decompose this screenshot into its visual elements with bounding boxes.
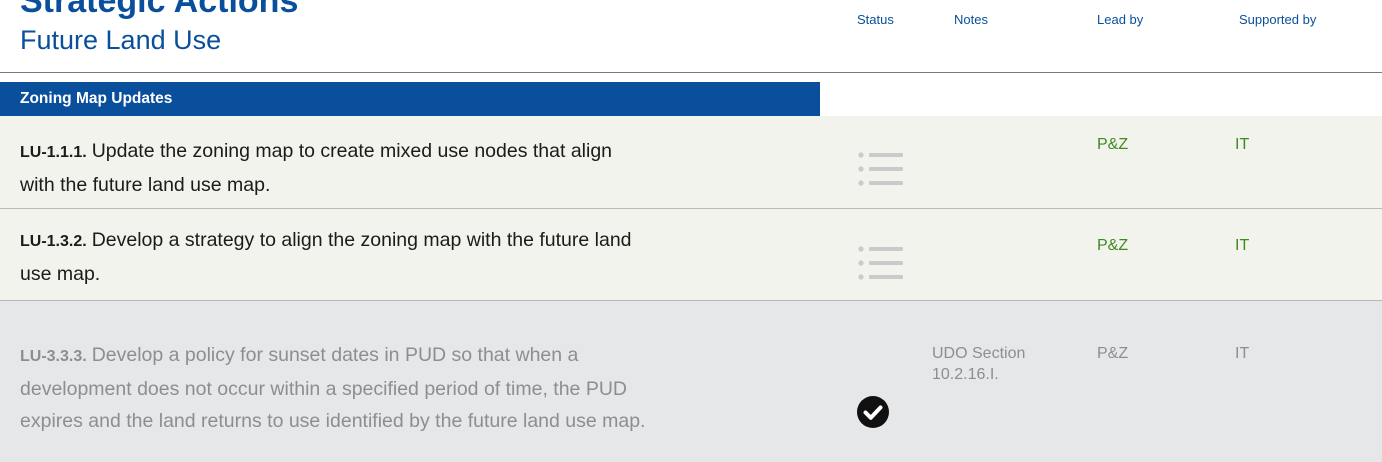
- action-row: LU-3.3.3. Develop a policy for sunset dat…: [0, 301, 1382, 462]
- section-header-bar: Zoning Map Updates: [0, 82, 820, 116]
- action-text-line: expires and the land returns to use iden…: [20, 410, 646, 432]
- action-text-line: use map.: [20, 263, 101, 285]
- page-title: Strategic Actions: [20, 0, 299, 20]
- column-header-notes: Notes: [954, 12, 988, 27]
- action-text-line: Develop a policy for sunset dates in PUD…: [91, 344, 579, 366]
- action-code: LU-1.3.2.: [20, 233, 87, 250]
- supported-by-value: IT: [1235, 136, 1250, 153]
- action-code: LU-3.3.3.: [20, 348, 87, 365]
- notes-line: 10.2.16.I.: [932, 366, 999, 383]
- action-text: LU-3.3.3. Develop a policy for sunset dat…: [20, 339, 850, 437]
- action-row: LU-1.1.1. Update the zoning map to create…: [0, 116, 1382, 208]
- action-row: LU-1.3.2. Develop a strategy to align the…: [0, 209, 1382, 300]
- header-divider: [0, 72, 1382, 73]
- lead-by-value: P&Z: [1097, 345, 1129, 362]
- in-progress-list-icon: [858, 152, 903, 186]
- action-text-line: Develop a strategy to align the zoning m…: [91, 229, 632, 251]
- action-code: LU-1.1.1.: [20, 144, 87, 161]
- action-text-line: Update the zoning map to create mixed us…: [91, 140, 613, 162]
- strategic-actions-page: Strategic Actions Future Land Use Status…: [0, 0, 1382, 462]
- notes-value: UDO Section 10.2.16.I.: [932, 343, 1025, 385]
- page-subtitle: Future Land Use: [20, 25, 222, 55]
- section-header-spacer: [820, 82, 1382, 116]
- completed-check-icon: [857, 396, 889, 428]
- supported-by-value: IT: [1235, 345, 1250, 362]
- column-header-status: Status: [857, 12, 894, 27]
- column-header-supported: Supported by: [1239, 12, 1317, 27]
- action-text-line: development does not occur within a spec…: [20, 378, 627, 400]
- lead-by-value: P&Z: [1097, 136, 1129, 153]
- action-text: LU-1.3.2. Develop a strategy to align the…: [20, 224, 850, 290]
- notes-line: UDO Section: [932, 345, 1026, 362]
- action-text: LU-1.1.1. Update the zoning map to create…: [20, 135, 850, 201]
- in-progress-list-icon: [858, 246, 903, 280]
- column-header-lead: Lead by: [1097, 12, 1144, 27]
- lead-by-value: P&Z: [1097, 237, 1129, 254]
- action-text-line: with the future land use map.: [20, 174, 271, 196]
- supported-by-value: IT: [1235, 237, 1250, 254]
